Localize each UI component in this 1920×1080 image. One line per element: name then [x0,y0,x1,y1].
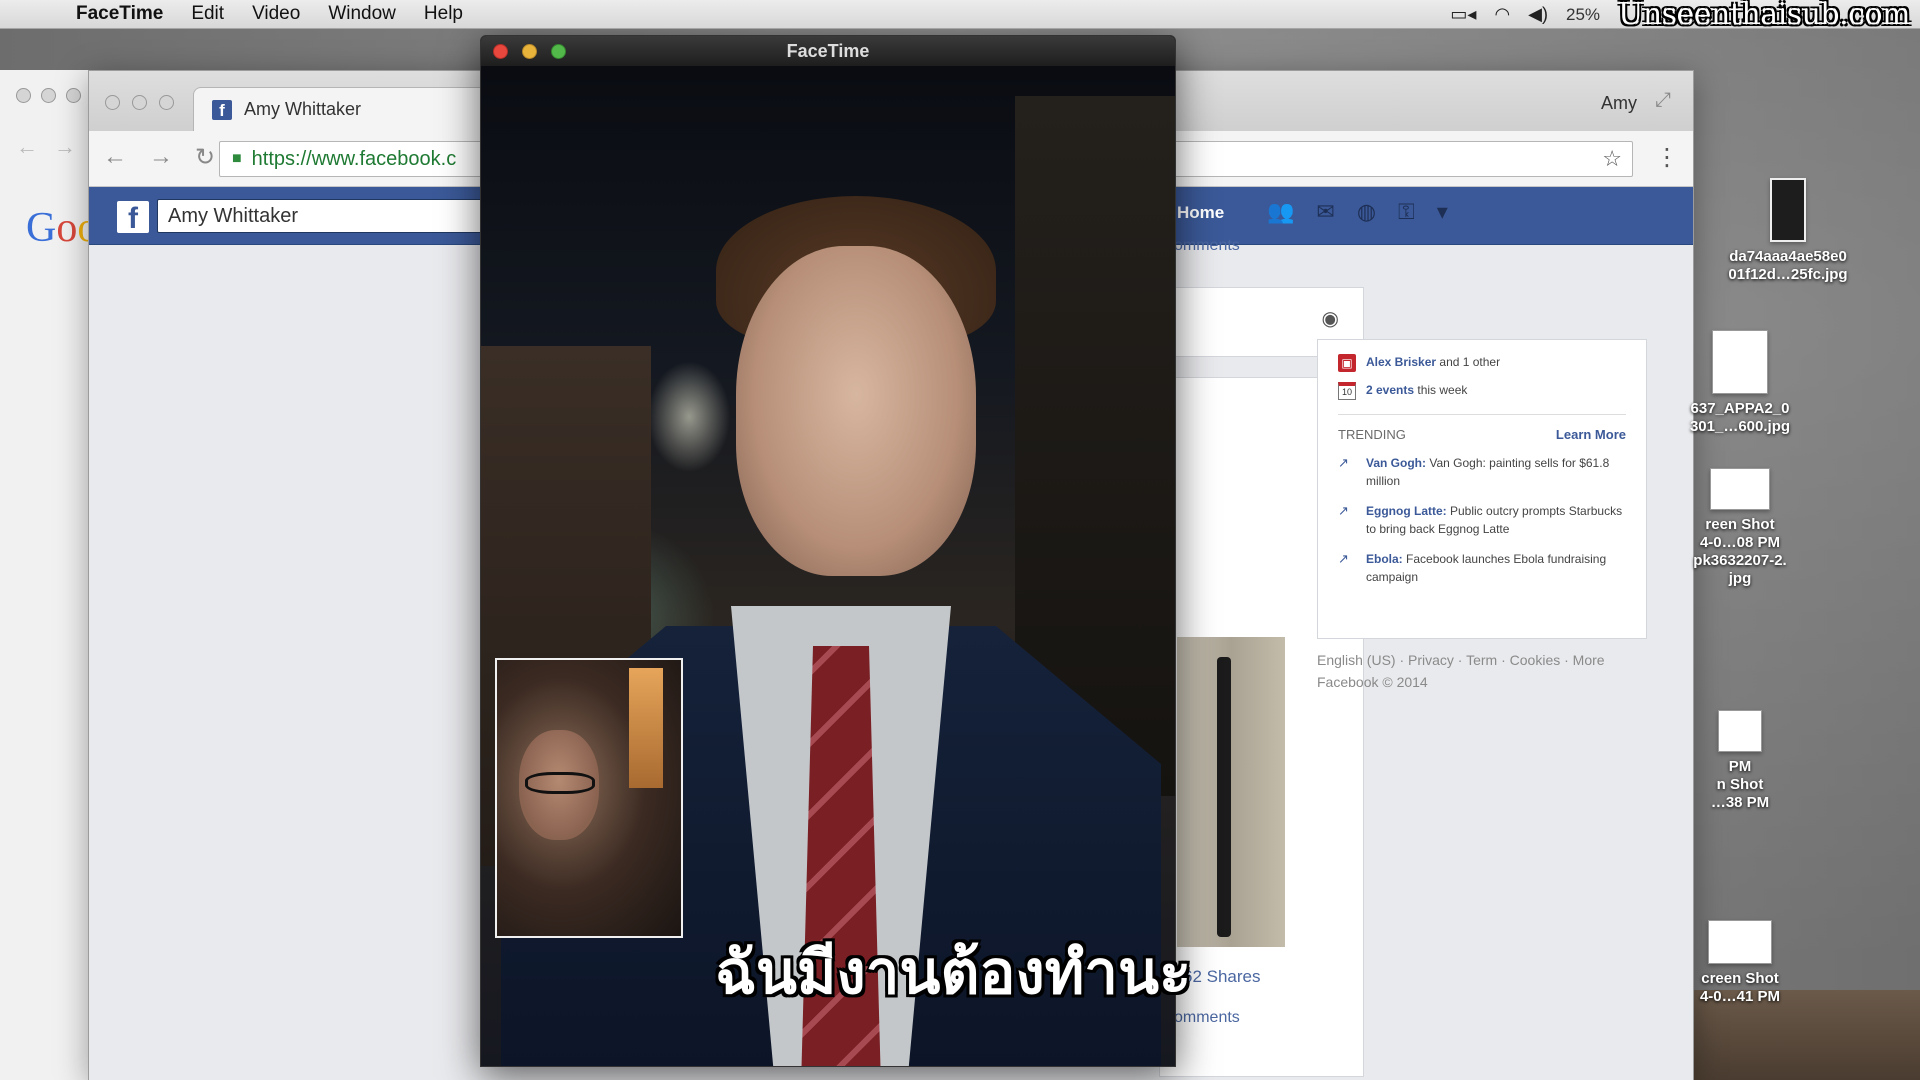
zoom-button[interactable] [551,44,566,59]
tab-facebook[interactable]: f Amy Whittaker [193,87,493,131]
zoom-button[interactable] [66,88,81,103]
shares-count[interactable]: 62 Shares [1183,967,1261,987]
facebook-favicon-icon: f [212,99,232,120]
background-window-light [629,668,663,788]
file-label: creen Shot 4-0…41 PM [1699,970,1781,1005]
rifle-shape [1217,657,1231,937]
birthday-name[interactable]: Alex Brisker [1366,355,1436,369]
close-button[interactable] [493,44,508,59]
window-controls [16,88,81,103]
trending-item[interactable]: ↗ Van Gogh: Van Gogh: painting sells for… [1338,454,1626,490]
footer-links[interactable]: English (US) · Privacy · Term · Cookies … [1317,649,1667,671]
calendar-icon: 10 [1338,382,1356,400]
file-thumbnail [1770,178,1806,242]
watermark: Unseenthaisub.com [1618,0,1910,32]
zoom-button[interactable] [159,95,174,110]
trending-arrow-icon: ↗ [1338,455,1349,470]
video-camera-icon[interactable]: ▭◂ [1450,4,1476,25]
wifi-icon[interactable]: ◠ [1494,4,1510,25]
fullscreen-icon[interactable]: ⤢ [1655,89,1671,112]
battery-percent[interactable]: 25% [1566,5,1600,25]
chevron-down-icon[interactable]: ▾ [1437,199,1448,225]
window-controls [493,44,566,59]
forward-icon[interactable]: → [149,143,173,172]
desktop-file-icon[interactable]: reen Shot 4-0…08 PM pk3632207-2. jpg [1660,468,1820,588]
facebook-home-link[interactable]: Home [1177,203,1224,223]
file-thumbnail [1708,920,1772,964]
close-button[interactable] [16,88,31,103]
menu-bar: FaceTime Edit Video Window Help ▭◂ ◠ ◀) … [0,0,1920,32]
profile-name[interactable]: Amy [1601,93,1637,114]
trend-topic[interactable]: Ebola: [1366,552,1403,566]
url-text: https://www.facebook.c [251,147,457,170]
window-controls [105,95,174,110]
birthday-reminder[interactable]: ▣ Alex Brisker and 1 other [1338,354,1626,372]
footer-copyright: Facebook © 2014 [1317,674,1428,690]
friend-requests-icon[interactable]: 👥 [1267,199,1294,225]
facebook-footer: English (US) · Privacy · Term · Cookies … [1317,649,1667,693]
messages-icon[interactable]: ✉ [1316,199,1334,225]
file-label: reen Shot 4-0…08 PM pk3632207-2. jpg [1693,516,1787,587]
trend-topic[interactable]: Eggnog Latte: [1366,504,1447,518]
minimize-button[interactable] [522,44,537,59]
desktop-file-icon[interactable]: da74aaa4ae58e0 01f12d…25fc.jpg [1708,178,1868,284]
glasses-shape [525,772,595,794]
back-icon[interactable]: ← [103,143,127,172]
lock-icon: ■ [232,150,242,167]
close-button[interactable] [105,95,120,110]
tab-title: Amy Whittaker [244,99,362,119]
menu-app-name[interactable]: FaceTime [76,3,163,25]
divider [1338,414,1626,415]
facetime-window: FaceTime [480,35,1176,1067]
events-reminder[interactable]: 10 2 events this week [1338,382,1626,400]
file-label: da74aaa4ae58e0 01f12d…25fc.jpg [1728,248,1848,283]
self-view-video[interactable] [495,658,683,938]
post-image[interactable] [1177,637,1285,947]
nav-arrows-icon[interactable]: ←→ [16,134,92,160]
trending-arrow-icon: ↗ [1338,551,1349,566]
file-label: 637_APPA2_0 301_…600.jpg [1689,400,1791,435]
trending-item[interactable]: ↗ Ebola: Facebook launches Ebola fundrai… [1338,550,1626,586]
camera-icon[interactable]: ◉ [1322,306,1339,331]
file-thumbnail [1712,330,1768,394]
minimize-button[interactable] [41,88,56,103]
remote-video-feed [481,66,1175,1066]
subtitle-caption: ฉันมีงานต้องทำนะ [715,938,1192,1008]
reload-icon[interactable]: ↻ [195,143,215,172]
file-thumbnail [1710,468,1770,510]
menu-window[interactable]: Window [328,3,396,25]
caller-face [736,246,976,576]
trend-text: Facebook launches Ebola fundraising camp… [1366,552,1607,584]
birthday-suffix: and 1 other [1439,355,1501,369]
notifications-globe-icon[interactable]: ◍ [1357,199,1376,225]
right-sidebar-card: ▣ Alex Brisker and 1 other 10 2 events t… [1317,339,1647,639]
learn-more-link[interactable]: Learn More [1556,427,1626,442]
facetime-title: FaceTime [786,41,870,61]
privacy-shortcuts-icon[interactable]: ⚿ [1398,199,1415,225]
events-link[interactable]: 2 events [1366,383,1414,397]
events-suffix: this week [1417,383,1468,397]
facebook-logo-icon[interactable]: f [117,201,149,235]
menu-video[interactable]: Video [252,3,300,25]
file-label: PM n Shot …38 PM [1710,758,1770,811]
desktop-file-icon[interactable]: 637_APPA2_0 301_…600.jpg [1660,330,1820,436]
gift-icon: ▣ [1338,354,1356,372]
facetime-titlebar[interactable]: FaceTime [481,36,1175,66]
minimize-button[interactable] [132,95,147,110]
volume-icon[interactable]: ◀) [1528,4,1548,25]
trending-title: TRENDING [1338,427,1406,442]
browser-menu-icon[interactable]: ⋮ [1655,143,1679,172]
menu-edit[interactable]: Edit [191,3,224,25]
desktop-file-icon[interactable]: PM n Shot …38 PM [1660,710,1820,812]
menu-help[interactable]: Help [424,3,463,25]
trend-topic[interactable]: Van Gogh: [1366,456,1426,470]
comments-link[interactable]: omments [1174,237,1240,255]
trending-arrow-icon: ↗ [1338,503,1349,518]
bookmark-star-icon[interactable]: ☆ [1602,146,1622,172]
file-thumbnail [1718,710,1762,752]
desktop-file-icon[interactable]: creen Shot 4-0…41 PM [1660,920,1820,1006]
trending-item[interactable]: ↗ Eggnog Latte: Public outcry prompts St… [1338,502,1626,538]
